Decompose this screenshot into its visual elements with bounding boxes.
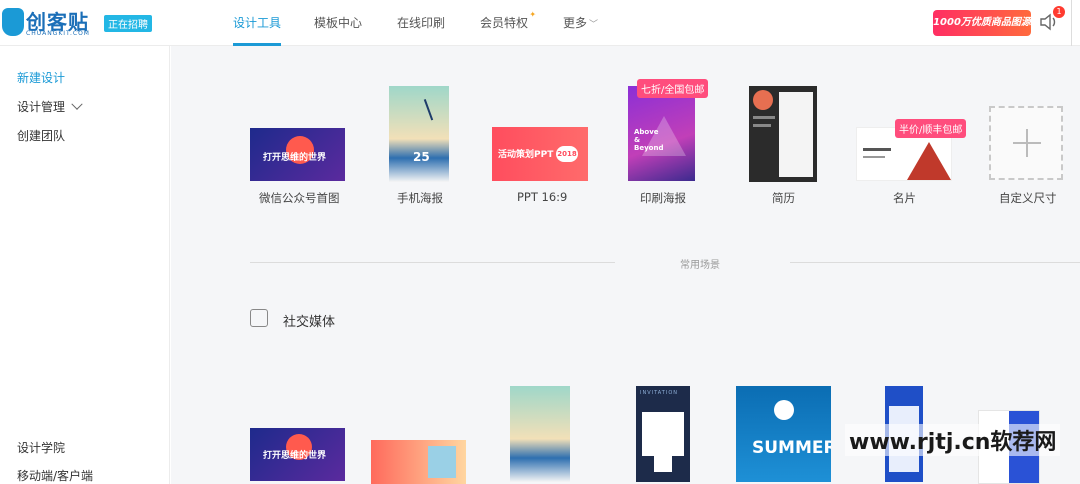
top-bar: 创客贴 CHUANGKIT.COM 正在招聘 设计工具 模板中心 在线印刷 会员… — [0, 0, 1080, 46]
card-label: 微信公众号首图 — [259, 191, 340, 205]
divider-label: 常用场景 — [680, 260, 720, 271]
thumb-text: 打开思维的世界 — [263, 153, 327, 163]
social-media-icon — [250, 309, 268, 327]
brand-domain: CHUANGKIT.COM — [26, 30, 90, 37]
card-label: PPT 16:9 — [517, 190, 568, 204]
template-summer-banner[interactable] — [371, 440, 466, 484]
sidebar-item-new-design[interactable]: 新建设计 — [17, 69, 65, 86]
sidebar: 新建设计 设计管理 创建团队 设计学院 移动端/客户端 — [0, 46, 170, 484]
thumbnail: 25 — [389, 86, 449, 182]
sidebar-item-design-manage[interactable]: 设计管理 — [17, 98, 83, 115]
logo[interactable]: 创客贴 CHUANGKIT.COM — [0, 4, 100, 40]
card-label: 名片 — [893, 191, 916, 205]
nav-label: 更多 — [563, 16, 588, 30]
thumbnail: Above & Beyond — [628, 86, 695, 181]
thumb-text: 活动策划PPT — [498, 150, 554, 160]
nav-label: 会员特权 — [480, 16, 529, 30]
divider-line — [790, 262, 1080, 263]
nav-label: 在线印刷 — [397, 16, 446, 30]
thumb-text: 打开思维的世界 — [263, 451, 327, 461]
card-label: 印刷海报 — [640, 191, 686, 205]
chevron-down-icon — [71, 98, 83, 110]
thumbnail: 活动策划PPT 2018 — [492, 127, 588, 181]
thumb-text: INVITATION — [640, 390, 679, 396]
discount-tag: 半价/顺丰包邮 — [895, 119, 967, 138]
thumb-text: Above & Beyond — [634, 128, 664, 152]
plus-icon — [989, 106, 1063, 180]
sparkle-icon: ✦ — [529, 10, 537, 19]
chevron-down-icon: ﹀ — [589, 20, 599, 30]
sidebar-item-label: 设计管理 — [17, 100, 66, 114]
discount-tag: 七折/全国包邮 — [637, 79, 709, 98]
thumbnail — [749, 86, 817, 182]
nav-printing[interactable]: 在线印刷 — [397, 0, 445, 46]
thumb-text: SUMMER — [752, 438, 831, 458]
thumbnail: 打开思维的世界 — [250, 128, 345, 181]
nav-more[interactable]: 更多 ﹀ — [563, 0, 598, 46]
logo-mark-icon — [2, 8, 24, 36]
template-wechat-cover[interactable]: 打开思维的世界 — [250, 428, 345, 481]
sidebar-item-create-team[interactable]: 创建团队 — [17, 127, 65, 144]
watermark-text: www.rjtj.cn软荐网 — [845, 424, 1061, 456]
card-label: 简历 — [772, 191, 795, 205]
divider — [1071, 0, 1072, 46]
section-title: 社交媒体 — [283, 315, 336, 330]
nav-label: 模板中心 — [314, 16, 363, 30]
card-label: 手机海报 — [397, 191, 443, 205]
nav-templates[interactable]: 模板中心 — [314, 0, 362, 46]
thumb-year: 2018 — [556, 146, 578, 162]
thumb-text: 25 — [413, 150, 430, 164]
template-summer[interactable]: SUMMER — [736, 386, 831, 482]
hiring-badge[interactable]: 正在招聘 — [104, 15, 152, 32]
promo-banner[interactable]: 1000万优质商品图源 — [933, 10, 1031, 36]
notification-badge: 1 — [1053, 6, 1065, 18]
template-invitation[interactable]: INVITATION — [636, 386, 690, 482]
nav-member[interactable]: 会员特权 ✦ — [480, 0, 536, 46]
template-mobile-poster[interactable] — [510, 386, 570, 482]
divider-line — [250, 262, 615, 263]
card-label: 自定义尺寸 — [999, 191, 1057, 205]
sidebar-item-mobile-client[interactable]: 移动端/客户端 — [17, 467, 93, 484]
main-content — [171, 46, 1080, 484]
nav-design-tools[interactable]: 设计工具 — [233, 0, 282, 46]
sidebar-item-academy[interactable]: 设计学院 — [17, 439, 65, 456]
nav-label: 设计工具 — [233, 16, 282, 30]
